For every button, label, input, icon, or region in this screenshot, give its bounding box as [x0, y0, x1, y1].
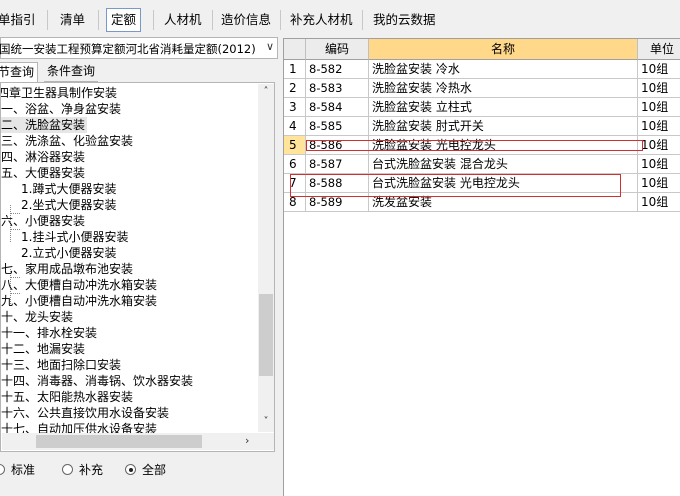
library-filter: 标准 补充 全部 — [0, 458, 280, 482]
tree-node[interactable]: 十三、地面扫除口安装 — [1, 357, 121, 373]
code-cell[interactable]: 8-587 — [306, 155, 369, 174]
unit-cell[interactable]: 10组 — [638, 155, 680, 174]
toolbar-separator — [212, 10, 213, 30]
app-window: 单指引 清单 定额 人材机 造价信息 补充人材机 我的云数据 国统一安装工程预算… — [0, 0, 680, 496]
radio-checked-icon — [125, 464, 136, 475]
scrollbar-corner — [258, 433, 274, 450]
top-toolbar: 单指引 清单 定额 人材机 造价信息 补充人材机 我的云数据 — [0, 0, 680, 34]
tree-node[interactable]: 八、大便槽自动冲洗水箱安装 — [1, 277, 157, 293]
scrollbar-thumb[interactable] — [36, 435, 202, 448]
query-tabs: 节查询 条件查询 — [0, 62, 278, 82]
code-cell[interactable]: 8-582 — [306, 60, 369, 79]
tab-chapter-query[interactable]: 节查询 — [0, 62, 39, 82]
tree-node[interactable]: 十四、消毒器、消毒锅、饮水器安装 — [1, 373, 193, 389]
tree-node[interactable]: 四、淋浴器安装 — [1, 149, 85, 165]
annotation-box — [290, 174, 621, 197]
annotation-box — [306, 140, 643, 151]
scroll-right-icon[interactable]: › — [245, 434, 249, 447]
tree-node[interactable]: 三、洗涤盆、化验盆安装 — [1, 133, 133, 149]
radio-circle-icon — [62, 464, 73, 475]
tree-node[interactable]: 一、浴盆、净身盆安装 — [1, 101, 121, 117]
toolbar-separator — [362, 10, 363, 30]
tree-guide-line — [10, 229, 20, 230]
unit-cell[interactable]: 10组 — [638, 136, 680, 155]
unit-cell[interactable]: 10组 — [638, 193, 680, 212]
tree-node[interactable]: 七、家用成品墩布池安装 — [1, 261, 133, 277]
tab-condition-query[interactable]: 条件查询 — [44, 62, 99, 82]
toolbar-separator — [280, 10, 281, 30]
tree-node[interactable]: 四章卫生器具制作安装 — [1, 85, 117, 101]
tree-node[interactable]: 九、小便槽自动冲洗水箱安装 — [1, 293, 157, 309]
unit-cell[interactable]: 10组 — [638, 60, 680, 79]
tree-node[interactable]: 六、小便器安装 — [1, 213, 85, 229]
tab-quota[interactable]: 定额 — [106, 8, 142, 32]
unit-cell[interactable]: 10组 — [638, 79, 680, 98]
radio-label: 标准 — [11, 463, 36, 477]
quota-library-select[interactable]: 国统一安装工程预算定额河北省消耗量定额(2012) ∨ — [0, 37, 278, 59]
chevron-down-icon[interactable]: ∨ — [266, 40, 274, 53]
name-cell[interactable]: 洗脸盆安装 冷水 — [369, 60, 638, 79]
tab-my-cloud-data[interactable]: 我的云数据 — [373, 9, 436, 31]
scroll-down-icon[interactable]: ˅ — [258, 416, 274, 427]
quota-grid: 编码 名称 单位 1 8-582 洗脸盆安装 冷水 10组 2 8-583 洗脸… — [283, 38, 680, 496]
tree-node[interactable]: 十五、太阳能热水器安装 — [1, 389, 133, 405]
row-index[interactable]: 1 — [284, 60, 306, 79]
tree-vertical-scrollbar[interactable]: ˄ ˅ — [258, 84, 274, 432]
tree-node[interactable]: 十、龙头安装 — [1, 309, 73, 325]
tab-bill[interactable]: 清单 — [60, 9, 85, 31]
radio-standard[interactable]: 标准 — [0, 461, 35, 479]
tree-horizontal-scrollbar[interactable]: › — [2, 433, 258, 450]
radio-circle-icon — [0, 464, 5, 475]
row-index[interactable]: 6 — [284, 155, 306, 174]
tree-node-child[interactable]: 1.挂斗式小便器安装 — [21, 229, 128, 245]
left-panel: 国统一安装工程预算定额河北省消耗量定额(2012) ∨ 节查询 条件查询 四章卫… — [0, 34, 280, 496]
radio-supplement[interactable]: 补充 — [62, 461, 103, 479]
unit-cell[interactable]: 10组 — [638, 117, 680, 136]
code-cell[interactable]: 8-585 — [306, 117, 369, 136]
scroll-up-icon[interactable]: ˄ — [258, 86, 274, 97]
toolbar-separator — [153, 10, 154, 30]
row-index[interactable]: 3 — [284, 98, 306, 117]
unit-cell[interactable]: 10组 — [638, 98, 680, 117]
radio-label: 补充 — [79, 463, 104, 477]
grid-header-unit[interactable]: 单位 — [638, 39, 680, 60]
name-cell[interactable]: 洗脸盆安装 肘式开关 — [369, 117, 638, 136]
tab-labor-material-machine[interactable]: 人材机 — [164, 9, 202, 31]
toolbar-separator — [98, 10, 99, 30]
tree-node[interactable]: 十二、地漏安装 — [1, 341, 85, 357]
radio-all[interactable]: 全部 — [125, 461, 166, 479]
radio-label: 全部 — [142, 463, 167, 477]
tab-supplement-lmm[interactable]: 补充人材机 — [290, 9, 353, 31]
grid-header-name[interactable]: 名称 — [369, 39, 638, 60]
tree-node-child[interactable]: 1.蹲式大便器安装 — [21, 181, 116, 197]
grid-header-code[interactable]: 编码 — [306, 39, 369, 60]
tree-node[interactable]: 十六、公共直接饮用水设备安装 — [1, 405, 169, 421]
code-cell[interactable]: 8-583 — [306, 79, 369, 98]
name-cell[interactable]: 台式洗脸盆安装 混合龙头 — [369, 155, 638, 174]
tree-node[interactable]: 十一、排水栓安装 — [1, 325, 97, 341]
unit-cell[interactable]: 10组 — [638, 174, 680, 193]
row-index-current[interactable]: 5 — [284, 136, 306, 155]
row-index[interactable]: 2 — [284, 79, 306, 98]
tree-node-child[interactable]: 2.立式小便器安装 — [21, 245, 116, 261]
row-index[interactable]: 4 — [284, 117, 306, 136]
name-cell[interactable]: 洗脸盆安装 冷热水 — [369, 79, 638, 98]
grid-header-index — [284, 39, 306, 60]
tab-list-guide[interactable]: 单指引 — [0, 9, 36, 31]
toolbar-separator — [47, 10, 48, 30]
code-cell[interactable]: 8-584 — [306, 98, 369, 117]
chapter-tree: 四章卫生器具制作安装 一、浴盆、净身盆安装 二、洗脸盆安装 三、洗涤盆、化验盆安… — [0, 82, 275, 452]
name-cell[interactable]: 洗脸盆安装 立柱式 — [369, 98, 638, 117]
scrollbar-thumb[interactable] — [259, 294, 273, 376]
tree-node-selected[interactable]: 二、洗脸盆安装 — [1, 117, 88, 133]
tree-node[interactable]: 五、大便器安装 — [1, 165, 85, 181]
tab-price-info[interactable]: 造价信息 — [221, 9, 271, 31]
quota-library-value: 国统一安装工程预算定额河北省消耗量定额(2012) — [0, 42, 256, 56]
tree-node-child[interactable]: 2.坐式大便器安装 — [21, 197, 116, 213]
